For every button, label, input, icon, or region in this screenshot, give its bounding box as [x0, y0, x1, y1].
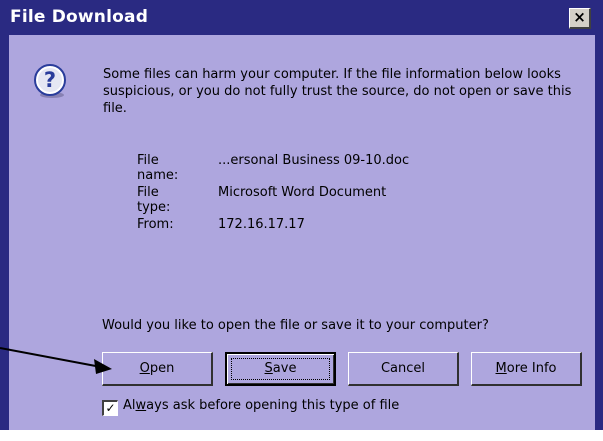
check-mark-icon: ✓	[105, 401, 116, 415]
open-button[interactable]: Open	[102, 352, 213, 386]
always-ask-label[interactable]: Always ask before opening this type of f…	[123, 398, 399, 413]
dialog-body: ? Some files can harm your computer. If …	[9, 35, 595, 430]
close-icon: ×	[573, 8, 586, 26]
warning-message: Some files can harm your computer. If th…	[103, 67, 572, 116]
file-from-label: From:	[137, 217, 174, 232]
open-or-save-prompt: Would you like to open the file or save …	[102, 318, 489, 333]
save-button[interactable]: Save	[225, 352, 336, 386]
file-name-label: File name:	[137, 153, 179, 183]
file-download-dialog: File Download × ? Some files can harm yo…	[0, 0, 603, 430]
file-type-label: File type:	[137, 185, 171, 215]
file-from-value: 172.16.17.17	[218, 217, 305, 232]
title-bar[interactable]: File Download ×	[0, 0, 603, 35]
question-glyph: ?	[44, 68, 56, 92]
close-button[interactable]: ×	[569, 8, 591, 29]
more-info-button[interactable]: More Info	[471, 352, 582, 386]
question-icon: ?	[34, 64, 66, 98]
always-ask-checkbox[interactable]: ✓	[102, 400, 118, 416]
file-type-value: Microsoft Word Document	[218, 185, 387, 200]
file-name-value: ...ersonal Business 09-10.doc	[218, 153, 410, 168]
cancel-button[interactable]: Cancel	[348, 352, 459, 386]
window-title: File Download	[10, 7, 149, 27]
